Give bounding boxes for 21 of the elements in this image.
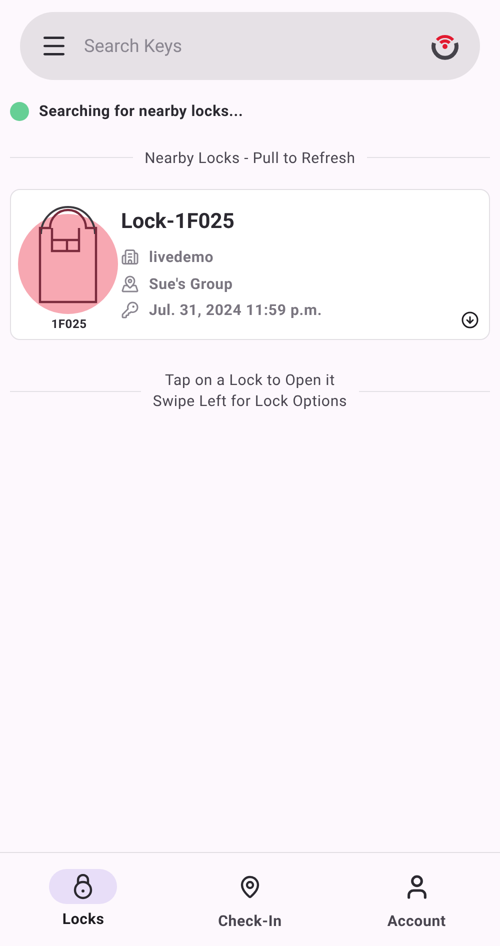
nav-tab[interactable]: Check-In [166,853,334,946]
lock-code: 1F025 [51,316,87,333]
nav-tab[interactable]: Locks [0,853,167,946]
padlock-icon [72,874,94,900]
lock-card[interactable]: 1F025 Lock-1F025 livedemo Sue's Group Jul. 31, 2024 11:59 p.m. [10,189,490,340]
organization-text: livedemo [149,247,214,268]
nav-tab[interactable]: Account [333,853,500,946]
group-text: Sue's Group [149,274,233,294]
status-text: Searching for nearby locks... [39,101,244,122]
key-icon [121,301,139,320]
search-field[interactable]: Search Keys [84,32,414,60]
search-bar[interactable]: Search Keys [20,12,480,80]
hint-text: Tap on a Lock to Open it [165,370,335,391]
download-icon[interactable] [461,311,479,329]
section-title: Nearby Locks - Pull to Refresh [144,148,356,168]
map-icon [121,274,139,293]
lock-name: Lock-1F025 [121,209,236,236]
hint-text: Swipe Left for Lock Options [152,391,348,412]
location-pin-icon [238,874,262,898]
expiry-text: Jul. 31, 2024 11:59 p.m. [149,300,322,321]
building-icon [121,248,139,266]
